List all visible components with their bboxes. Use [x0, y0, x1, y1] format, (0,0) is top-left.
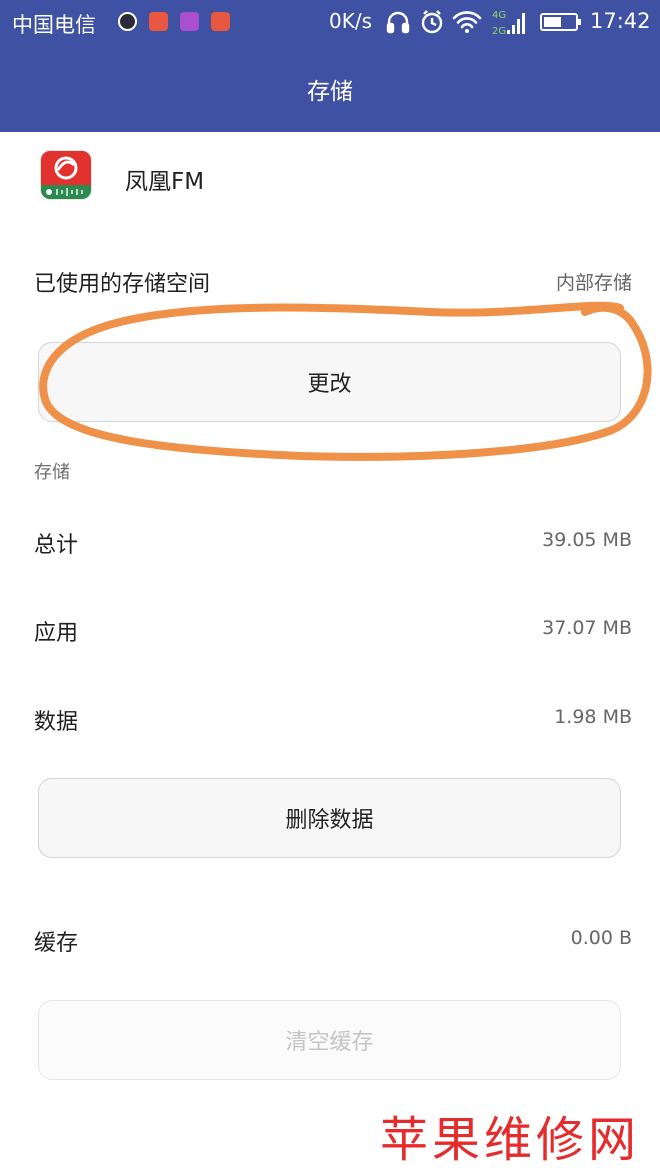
network-speed: 0K/s: [329, 9, 372, 33]
carrier-name: 中国电信: [12, 13, 96, 37]
video-app-icon: [211, 12, 230, 31]
change-button-label: 更改: [307, 372, 352, 397]
total-label: 总计: [34, 533, 79, 558]
phoenix-logo-icon: [54, 156, 78, 180]
record-icon: [118, 12, 137, 31]
battery-level: [544, 17, 561, 27]
signal-icon: [507, 13, 525, 34]
storage-location-value: 内部存储: [555, 272, 632, 294]
clear-data-button-label: 删除数据: [285, 808, 374, 833]
app-size-label: 应用: [34, 621, 79, 646]
wifi-icon: [452, 11, 482, 33]
data-size-value: 1.98 MB: [554, 706, 632, 728]
clear-cache-button-label: 清空缓存: [285, 1030, 374, 1055]
heart-app-icon: [149, 12, 168, 31]
data-size-label: 数据: [34, 710, 79, 735]
page-title: 存储: [307, 79, 353, 105]
clock: 17:42: [590, 9, 651, 33]
notification-icons: [118, 12, 230, 31]
clear-cache-button[interactable]: 清空缓存: [38, 1000, 621, 1080]
storage-section-label: 存储: [34, 462, 70, 483]
watermark: 苹果维修网: [380, 1112, 641, 1168]
cache-value: 0.00 B: [570, 927, 632, 949]
phoenix-fm-app-icon: [41, 151, 91, 199]
storage-used-label: 已使用的存储空间: [34, 272, 211, 297]
network-badge-2g: 2G: [492, 26, 506, 37]
title-bar: 存储: [0, 46, 660, 132]
app-name: 凤凰FM: [125, 169, 205, 195]
cache-label: 缓存: [34, 931, 79, 956]
network-badge-4g: 4G: [492, 10, 506, 21]
total-value: 39.05 MB: [542, 529, 632, 551]
status-bar: 中国电信 0K/s 4G 2G 17:42: [0, 0, 660, 46]
battery-icon: [540, 13, 581, 31]
gallery-app-icon: [180, 12, 199, 31]
system-icons: 4G 2G: [386, 10, 525, 37]
clear-data-button[interactable]: 删除数据: [38, 778, 621, 858]
radio-dial-icon: [46, 188, 83, 196]
headphones-icon: [386, 11, 410, 34]
change-storage-button[interactable]: 更改: [38, 342, 621, 422]
app-size-value: 37.07 MB: [542, 617, 632, 639]
alarm-icon: [421, 10, 443, 34]
